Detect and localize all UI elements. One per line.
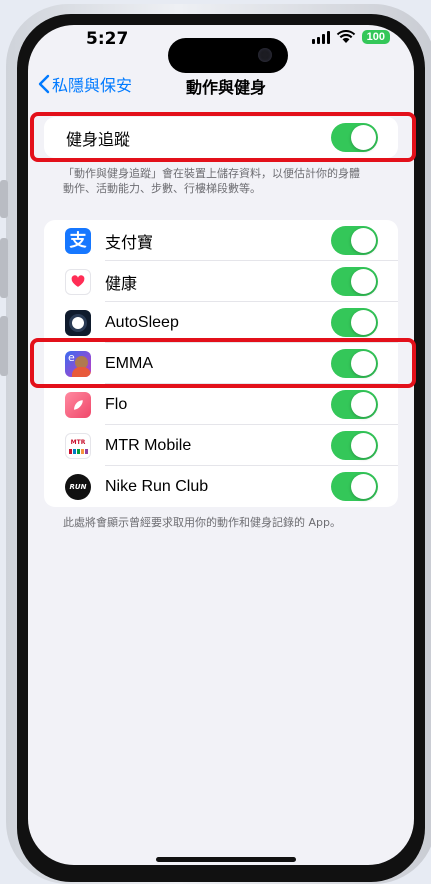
app-row-nike-run-club: RUN Nike Run Club [44, 466, 398, 507]
app-row-autosleep: AutoSleep [44, 302, 398, 343]
nike-run-club-toggle[interactable] [331, 472, 378, 501]
cellular-signal-icon [311, 30, 330, 44]
dynamic-island [168, 38, 288, 73]
description-line-2: 動作、活動能力、步數、行樓梯段數等。 [63, 182, 261, 195]
action-button [0, 180, 8, 218]
app-name: MTR Mobile [105, 436, 192, 454]
description-line-1: 「動作與健身追蹤」會在裝置上儲存資料，以便估計你的身體 [63, 167, 360, 180]
volume-up-button [0, 238, 8, 298]
navigation-bar: 私隱與保安 動作與健身 [28, 70, 414, 100]
status-time: 5:27 [86, 29, 129, 49]
app-row-health: 健康 [44, 261, 398, 302]
back-label: 私隱與保安 [52, 76, 133, 95]
app-name: Nike Run Club [105, 477, 209, 495]
autosleep-icon [65, 310, 91, 336]
mtr-icon-text: MTR [70, 438, 86, 446]
status-icons: 100 [311, 30, 390, 44]
nike-icon-text: RUN [69, 483, 87, 491]
highlight-fitness-tracking [30, 112, 416, 162]
wifi-icon [336, 30, 355, 43]
app-name: Flo [105, 395, 128, 413]
home-indicator[interactable] [156, 857, 296, 862]
mtr-toggle[interactable] [331, 431, 378, 460]
flo-toggle[interactable] [331, 390, 378, 419]
alipay-toggle[interactable] [331, 226, 378, 255]
battery-icon: 100 [361, 30, 390, 44]
volume-down-button [0, 316, 8, 376]
chevron-left-icon [38, 74, 50, 94]
mtr-icon: MTR [65, 433, 91, 459]
camera-icon [258, 48, 272, 62]
app-row-mtr: MTR MTR Mobile [44, 425, 398, 466]
alipay-icon: 支 [65, 228, 91, 254]
highlight-emma-row [30, 338, 416, 388]
nike-run-club-icon: RUN [65, 474, 91, 500]
app-row-flo: Flo [44, 384, 398, 425]
page-title: 動作與健身 [186, 78, 267, 97]
health-heart-icon [65, 269, 91, 295]
back-button[interactable]: 私隱與保安 [38, 72, 132, 96]
health-toggle[interactable] [331, 267, 378, 296]
app-name: 健康 [105, 275, 138, 293]
apps-footnote: 此處將會顯示曾經要求取用你的動作和健身記錄的 App。 [63, 516, 341, 529]
app-name: 支付寶 [105, 234, 154, 252]
app-row-alipay: 支 支付寶 [44, 220, 398, 261]
app-name: AutoSleep [105, 313, 179, 331]
autosleep-toggle[interactable] [331, 308, 378, 337]
flo-icon [65, 392, 91, 418]
fitness-tracking-description: 「動作與健身追蹤」會在裝置上儲存資料，以便估計你的身體 動作、活動能力、步數、行… [63, 166, 399, 196]
